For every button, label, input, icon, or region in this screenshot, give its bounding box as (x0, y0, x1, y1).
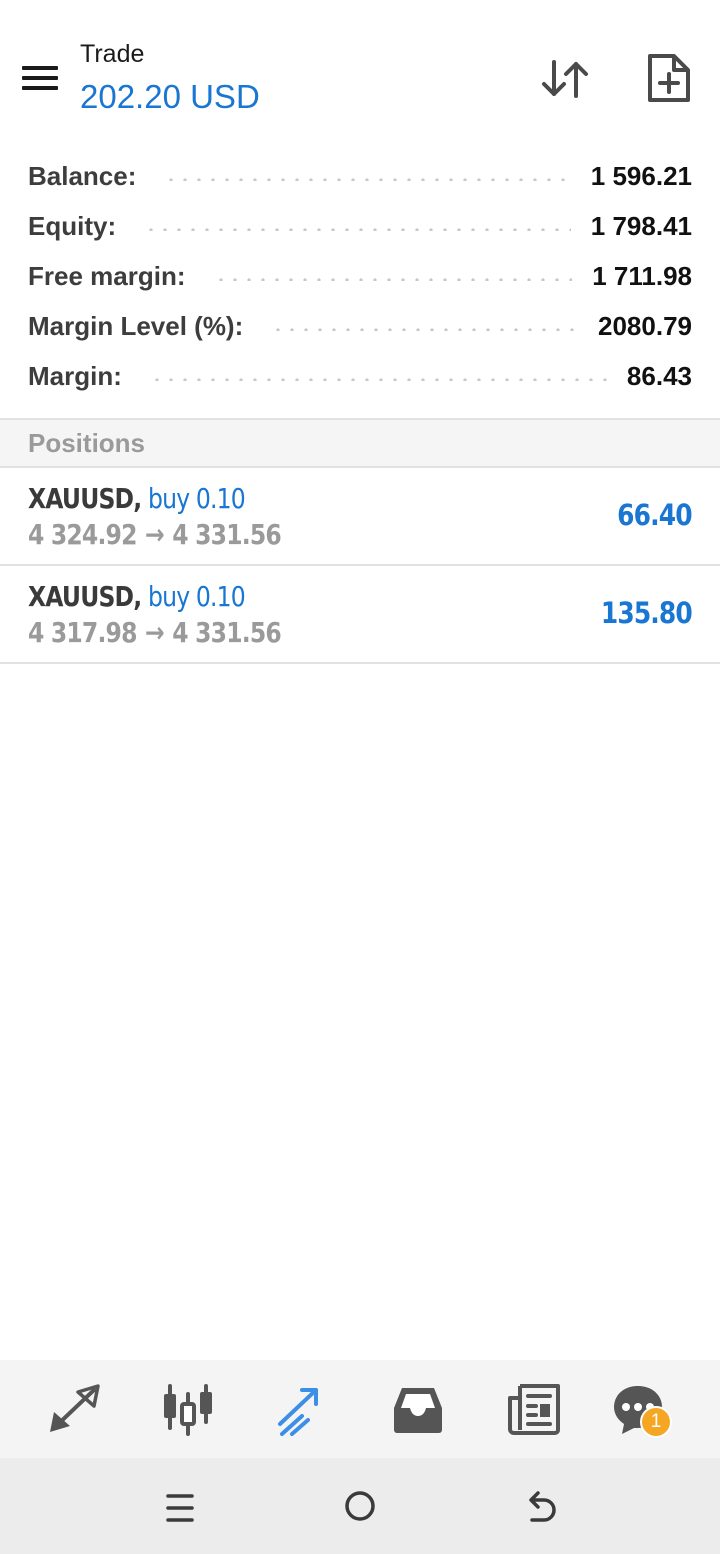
news-icon[interactable] (506, 1382, 562, 1438)
positions-section-header: Positions (0, 418, 720, 468)
positions-title: Positions (28, 428, 146, 458)
position-summary: XAUUSD, buy 0.10 (28, 482, 246, 515)
chat-unread-badge: 1 (640, 1406, 672, 1438)
arrow-right-icon: → (144, 518, 165, 551)
trade-icon[interactable] (274, 1382, 330, 1438)
candlestick-chart-icon[interactable] (160, 1382, 216, 1438)
equity-label: Equity: (28, 210, 117, 241)
position-row[interactable]: XAUUSD, buy 0.10 4 317.98 → 4 331.56 135.80 (0, 566, 720, 664)
dotted-leader (213, 277, 573, 281)
home-icon[interactable] (340, 1488, 380, 1528)
back-icon[interactable] (520, 1488, 560, 1528)
new-document-icon[interactable] (644, 52, 692, 104)
history-inbox-icon[interactable] (390, 1382, 446, 1438)
open-price: 4 324.92 (28, 518, 137, 551)
position-profit: 135.80 (600, 596, 693, 630)
recent-apps-icon[interactable] (160, 1488, 200, 1528)
account-profit: 202.20 USD (80, 78, 260, 115)
position-row[interactable]: XAUUSD, buy 0.10 4 324.92 → 4 331.56 66.40 (0, 468, 720, 566)
margin-level-label: Margin Level (%): (28, 310, 244, 341)
balance-row: Balance: 1 596.21 (28, 151, 692, 201)
dotted-leader (149, 377, 607, 381)
free-margin-row: Free margin: 1 711.98 (28, 251, 692, 301)
open-price: 4 317.98 (28, 616, 137, 649)
sort-arrows-icon[interactable] (540, 54, 590, 104)
margin-value: 86.43 (626, 360, 692, 391)
position-summary: XAUUSD, buy 0.10 (28, 580, 246, 613)
free-margin-value: 1 711.98 (592, 260, 692, 291)
position-symbol: XAUUSD (28, 482, 134, 515)
separator-comma: , (133, 482, 142, 515)
bottom-navigation (0, 1360, 720, 1458)
dotted-leader (164, 177, 571, 181)
app-header: Trade 202.20 USD (0, 0, 720, 140)
free-margin-label: Free margin: (28, 260, 186, 291)
margin-label: Margin: (28, 360, 122, 391)
hamburger-menu-icon[interactable] (22, 66, 58, 92)
separator-comma: , (133, 580, 142, 613)
position-profit: 66.40 (617, 498, 692, 532)
position-type: buy 0.10 (148, 580, 246, 613)
equity-value: 1 798.41 (590, 210, 692, 241)
position-prices: 4 317.98 → 4 331.56 (28, 616, 282, 649)
arrow-right-icon: → (144, 616, 165, 649)
balance-value: 1 596.21 (590, 160, 692, 191)
current-price: 4 331.56 (172, 518, 281, 551)
dotted-leader (144, 227, 571, 231)
position-symbol: XAUUSD (28, 580, 134, 613)
page-title: Trade (80, 40, 145, 68)
dotted-leader (271, 327, 579, 331)
margin-level-row: Margin Level (%): 2080.79 (28, 301, 692, 351)
position-prices: 4 324.92 → 4 331.56 (28, 518, 282, 551)
equity-row: Equity: 1 798.41 (28, 201, 692, 251)
position-type: buy 0.10 (148, 482, 246, 515)
current-price: 4 331.56 (172, 616, 281, 649)
quotes-arrows-icon[interactable] (46, 1382, 102, 1438)
balance-label: Balance: (28, 160, 137, 191)
margin-row: Margin: 86.43 (28, 351, 692, 401)
margin-level-value: 2080.79 (598, 310, 692, 341)
system-navigation-bar (0, 1458, 720, 1554)
